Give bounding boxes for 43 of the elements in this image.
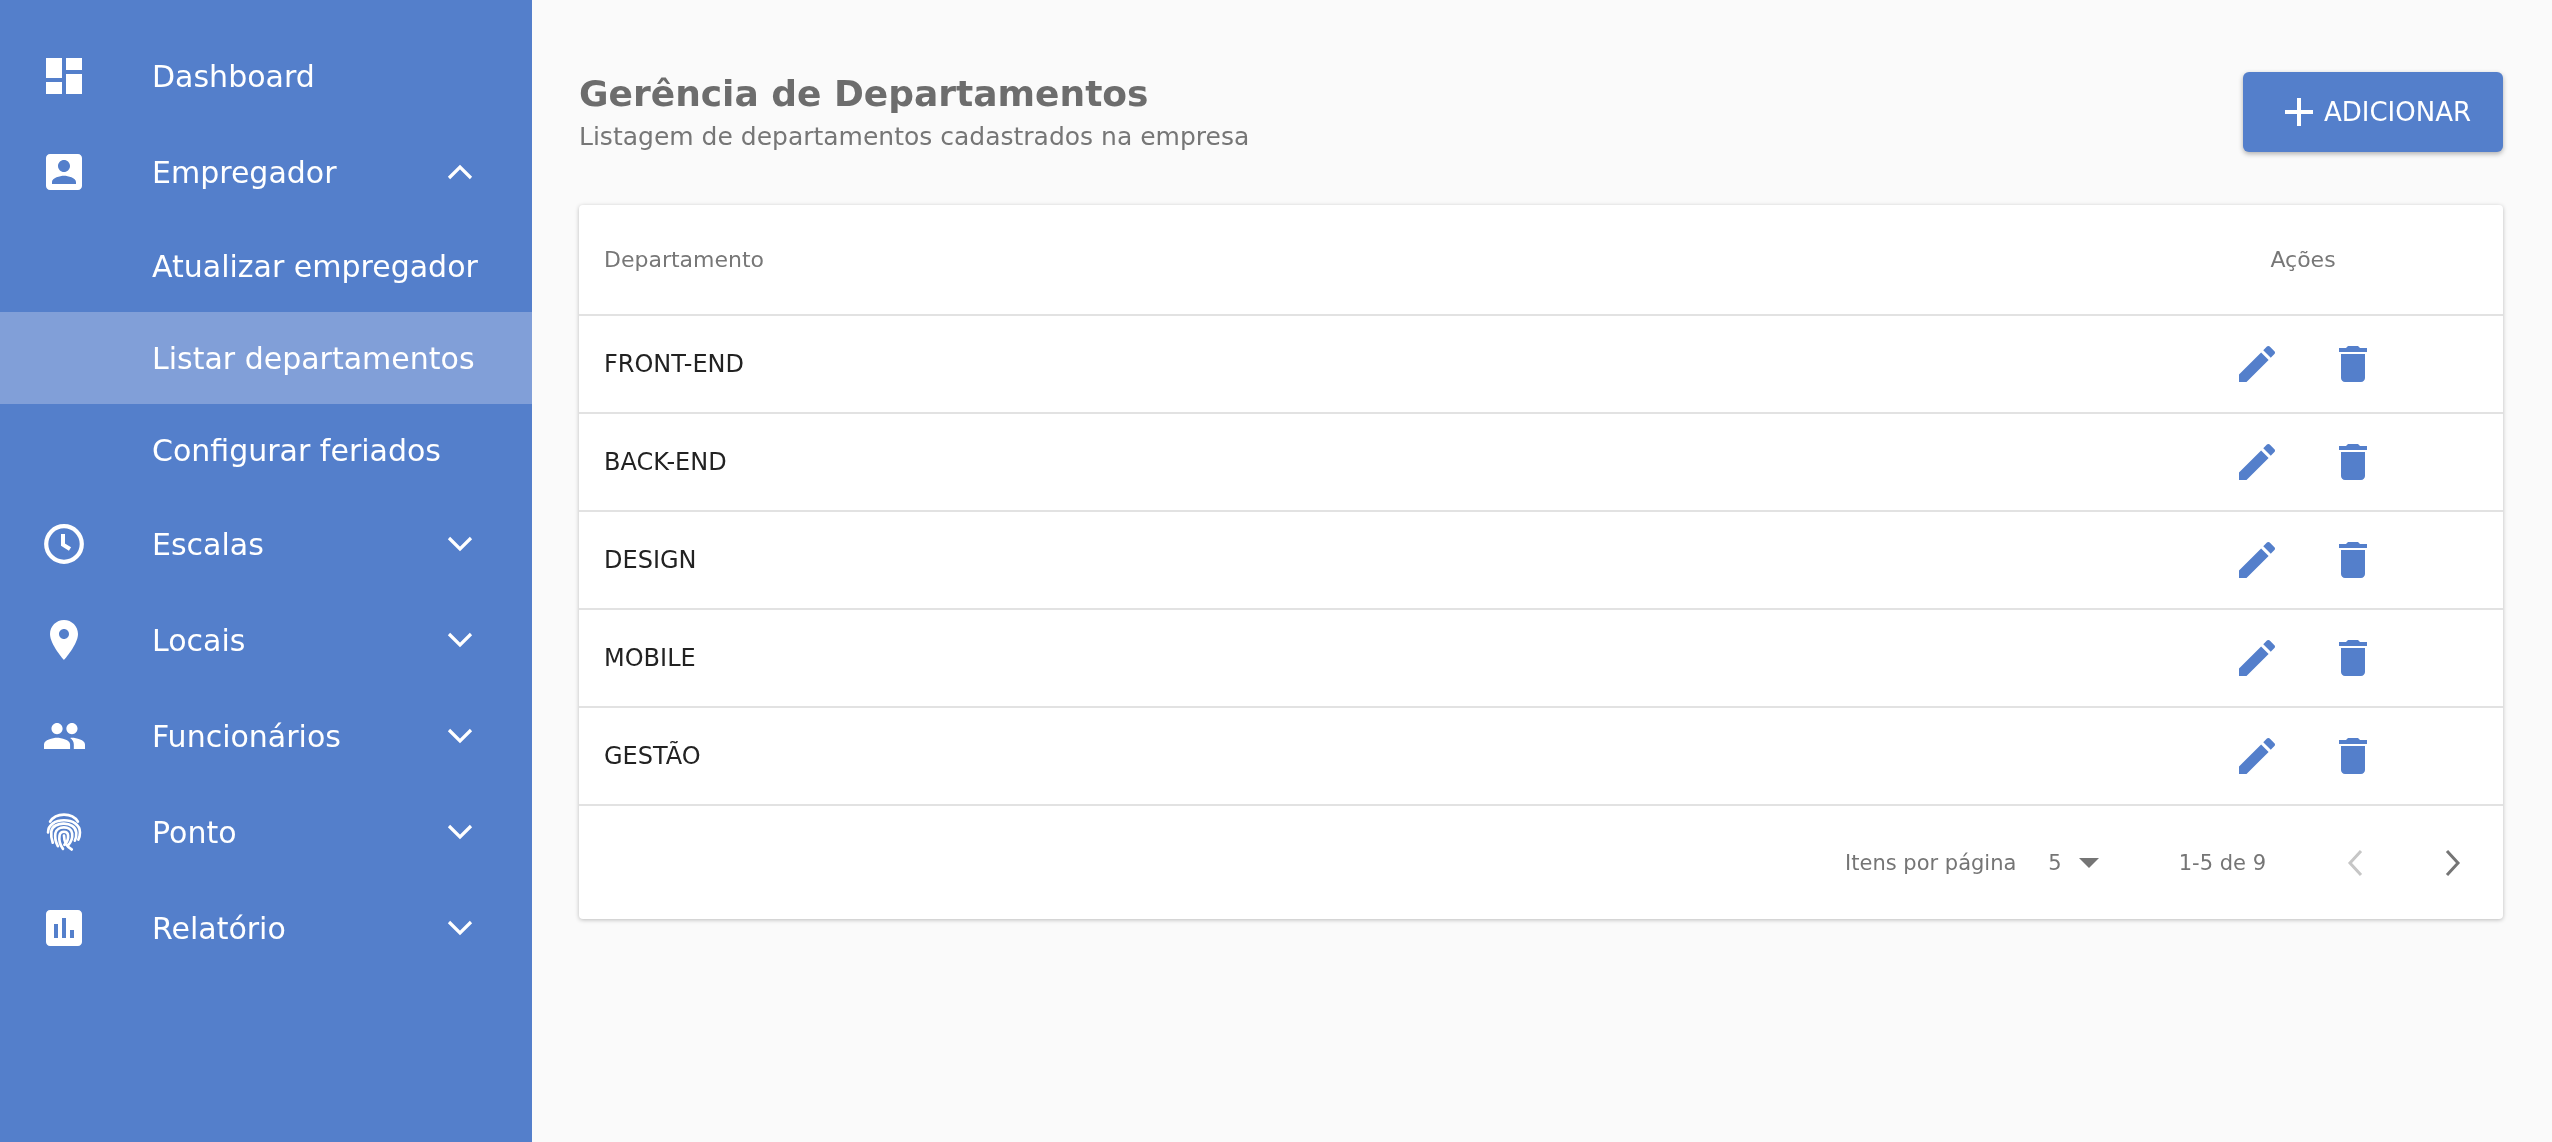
table-cell: BACK-END: [604, 448, 727, 476]
pencil-icon[interactable]: [2239, 346, 2275, 382]
page-size-select[interactable]: 5: [2048, 850, 2099, 875]
column-header: Departamento: [604, 247, 765, 272]
column-header: Ações: [2270, 247, 2336, 272]
page-subtitle: Listagem de departamentos cadastrados na empresa: [579, 122, 1250, 152]
pencil-icon[interactable]: [2239, 444, 2275, 480]
caret-icon: [2078, 857, 2099, 868]
pencil-icon[interactable]: [2239, 738, 2275, 774]
sidebar-subitem[interactable]: Listar departamentos: [0, 312, 532, 404]
sidebar-item[interactable]: Empregador: [0, 124, 532, 220]
sidebar-item[interactable]: Ponto: [0, 784, 532, 880]
fingerprint-icon: [46, 812, 82, 852]
pencil-icon[interactable]: [2239, 542, 2275, 578]
table-cell: MOBILE: [604, 644, 696, 672]
trash-icon[interactable]: [2339, 346, 2367, 382]
pagination-label: Itens por página: [1845, 850, 2017, 875]
clock-icon: [44, 524, 84, 564]
table-cell: DESIGN: [604, 546, 697, 574]
sidebar-item[interactable]: Escalas: [0, 496, 532, 592]
sidebar-subitem[interactable]: Configurar feriados: [0, 404, 532, 496]
people-icon: [43, 722, 85, 750]
bar-chart-icon: [46, 910, 82, 946]
page-range: 1-5 de 9: [2178, 850, 2266, 875]
plus-icon: [2284, 98, 2313, 126]
chevron-right-icon[interactable]: [2445, 848, 2461, 877]
pencil-icon[interactable]: [2239, 640, 2275, 676]
person-card-icon: [46, 154, 82, 190]
table-cell: FRONT-END: [604, 350, 745, 378]
dashboard-icon: [46, 58, 82, 94]
trash-icon[interactable]: [2339, 640, 2367, 676]
table-cell: GESTÃO: [604, 742, 701, 770]
sidebar-item[interactable]: Relatório: [0, 880, 532, 976]
add-button[interactable]: ADICIONAR: [2242, 72, 2503, 152]
sidebar-item[interactable]: Funcionários: [0, 688, 532, 784]
sidebar-item[interactable]: Locais: [0, 592, 532, 688]
sidebar-subitem[interactable]: Atualizar empregador: [0, 220, 532, 312]
trash-icon[interactable]: [2339, 738, 2367, 774]
sidebar-item[interactable]: Dashboard: [0, 28, 532, 124]
trash-icon[interactable]: [2339, 444, 2367, 480]
trash-icon[interactable]: [2339, 542, 2367, 578]
page-title: Gerência de Departamentos: [579, 72, 1150, 115]
location-pin-icon: [50, 620, 78, 660]
